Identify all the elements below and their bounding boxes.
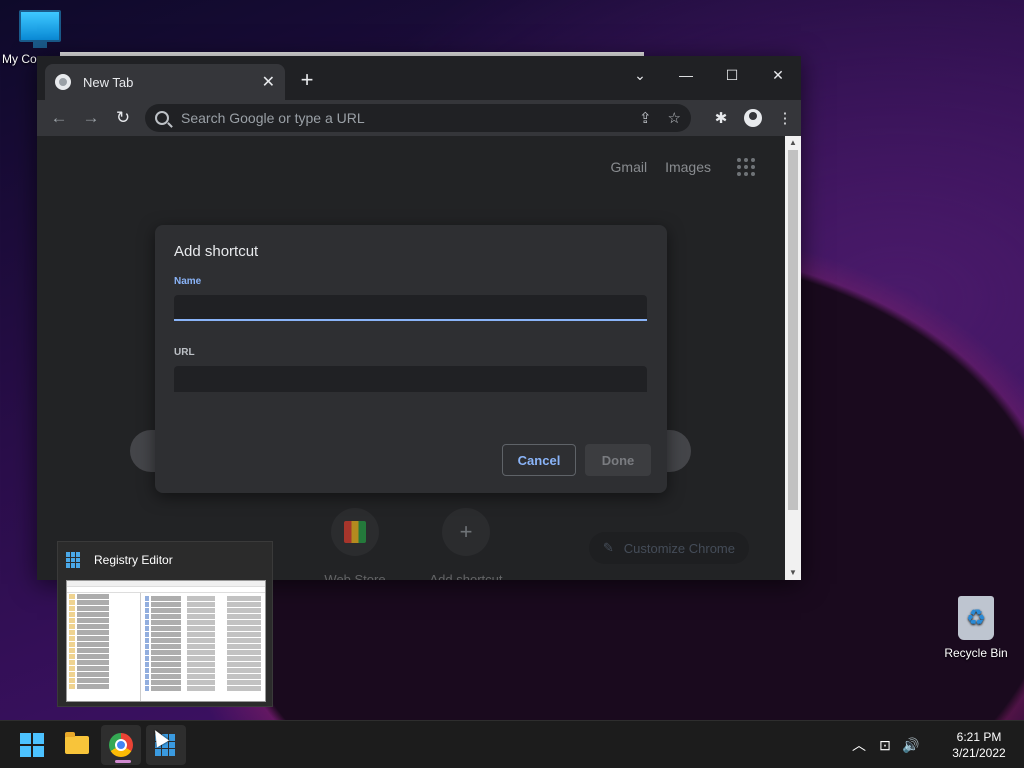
clock-time: 6:21 PM — [956, 730, 1002, 744]
page-scrollbar[interactable]: ▲ ▼ — [785, 136, 801, 580]
start-icon — [20, 733, 44, 757]
profile-button[interactable] — [737, 100, 769, 136]
start-button[interactable] — [12, 725, 52, 765]
new-tab-button[interactable]: + — [295, 68, 319, 92]
scrollbar-thumb[interactable] — [788, 150, 798, 510]
clock-date: 3/21/2022 — [952, 746, 1006, 760]
dialog-title: Add shortcut — [174, 243, 259, 260]
file-explorer-button[interactable] — [57, 725, 97, 765]
omnibox[interactable]: Search Google or type a URL ⇪ ☆ — [145, 104, 691, 132]
tab-title: New Tab — [83, 74, 134, 90]
desktop-icon-label: Recycle Bin — [944, 646, 1008, 660]
taskbar: ︿ ⊡ 🔊 6:21 PM 3/21/2022 — [0, 720, 1024, 768]
omnibox-placeholder: Search Google or type a URL — [181, 110, 365, 126]
close-window-button[interactable]: ✕ — [755, 60, 801, 90]
registry-editor-preview[interactable]: Registry Editor — [57, 541, 273, 707]
preview-thumbnail — [66, 580, 266, 702]
name-label: Name — [174, 276, 202, 287]
extensions-puzzle-icon[interactable]: ✱ — [705, 100, 737, 136]
cancel-button[interactable]: Cancel — [502, 444, 576, 476]
network-icon[interactable]: ⊡ — [872, 737, 898, 754]
forward-button[interactable]: → — [75, 104, 107, 132]
preview-title: Registry Editor — [94, 553, 173, 567]
url-input[interactable] — [174, 366, 647, 392]
search-icon — [155, 111, 169, 125]
tab-close-icon[interactable]: ✕ — [262, 72, 275, 92]
file-explorer-icon — [65, 732, 89, 754]
volume-icon[interactable]: 🔊 — [898, 737, 924, 754]
bookmark-star-icon[interactable]: ☆ — [668, 109, 681, 127]
registry-editor-icon — [66, 552, 82, 568]
name-input[interactable] — [174, 295, 647, 321]
done-button[interactable]: Done — [585, 444, 651, 476]
scroll-down-arrow-icon[interactable]: ▼ — [785, 566, 801, 580]
maximize-button[interactable]: ☐ — [709, 60, 755, 90]
chrome-menu-icon[interactable]: ⋮ — [769, 100, 801, 136]
add-shortcut-dialog: Add shortcut Name URL Cancel Done — [155, 225, 667, 493]
chrome-taskbar-button[interactable] — [101, 725, 141, 765]
browser-toolbar: ← → ↻ Search Google or type a URL ⇪ ☆ ✱ … — [37, 100, 801, 136]
clock[interactable]: 6:21 PM 3/21/2022 — [934, 729, 1024, 761]
running-indicator — [115, 760, 131, 763]
show-hidden-icons-chevron-icon[interactable]: ︿ — [846, 735, 872, 755]
share-icon[interactable]: ⇪ — [639, 109, 652, 127]
monitor-icon — [19, 10, 61, 42]
back-button[interactable]: ← — [43, 104, 75, 132]
title-bar: New Tab ✕ + ⌄ — ☐ ✕ — [37, 56, 801, 100]
url-label: URL — [174, 347, 195, 358]
desktop-icon-label: My Co — [2, 52, 37, 66]
minimize-button[interactable]: — — [663, 60, 709, 90]
chrome-icon — [109, 733, 133, 757]
chrome-favicon-icon — [55, 74, 71, 90]
reload-button[interactable]: ↻ — [107, 104, 139, 132]
recycle-bin-icon: ♻ — [958, 596, 994, 640]
tab-search-dropdown-icon[interactable]: ⌄ — [617, 60, 663, 90]
scroll-up-arrow-icon[interactable]: ▲ — [785, 136, 801, 150]
tab-new-tab[interactable]: New Tab ✕ — [45, 64, 285, 100]
system-tray: ︿ ⊡ 🔊 6:21 PM 3/21/2022 — [846, 721, 1024, 768]
recycle-bin-desktop-icon[interactable]: ♻ Recycle Bin — [936, 596, 1016, 660]
profile-avatar-icon — [744, 109, 762, 127]
